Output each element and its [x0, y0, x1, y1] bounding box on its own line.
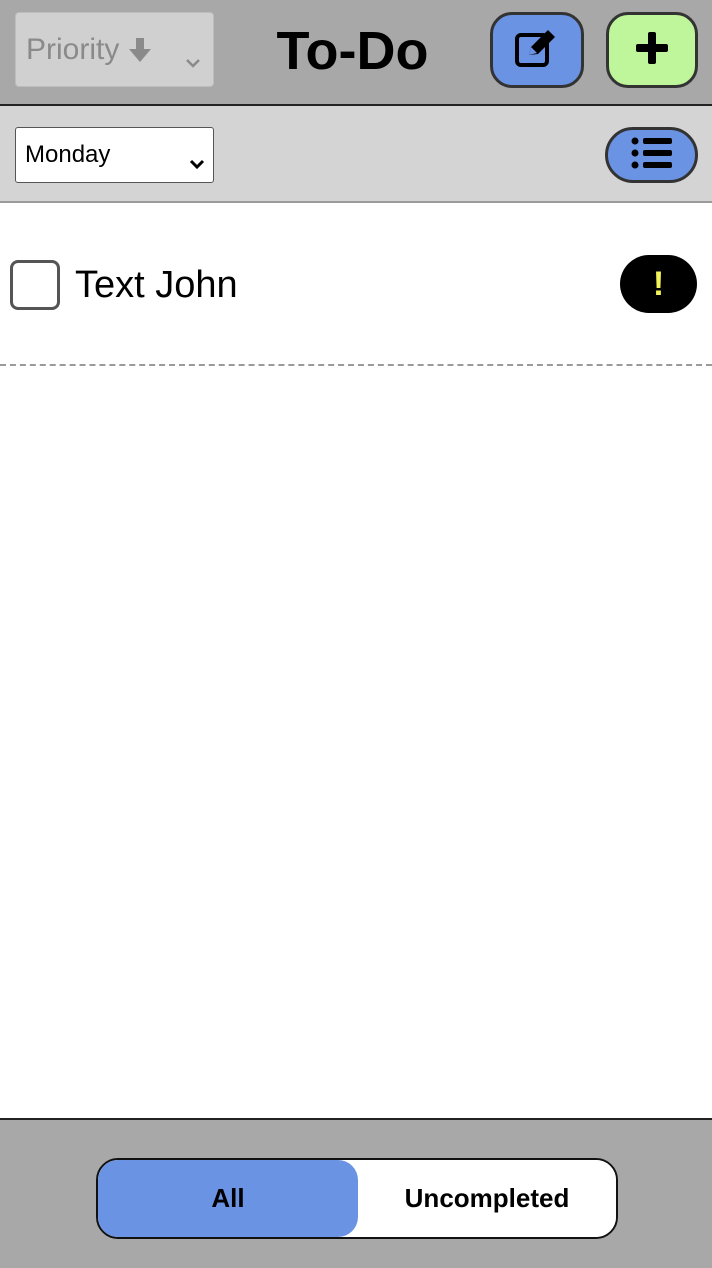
priority-badge[interactable]: !	[620, 255, 697, 313]
app-footer: All Uncompleted	[0, 1118, 712, 1268]
chevron-down-icon	[189, 149, 205, 170]
task-row: Text John !	[0, 205, 712, 366]
add-task-button[interactable]	[606, 12, 698, 88]
edit-icon	[514, 27, 560, 74]
plus-icon	[634, 30, 670, 71]
list-view-button[interactable]	[605, 127, 698, 183]
chevron-down-icon	[185, 43, 201, 68]
task-checkbox[interactable]	[10, 260, 60, 310]
arrow-down-icon	[129, 37, 152, 63]
list-icon	[631, 137, 673, 174]
filter-all-button[interactable]: All	[98, 1160, 358, 1237]
task-label[interactable]: Text John	[75, 261, 238, 309]
filter-toggle: All Uncompleted	[96, 1158, 618, 1239]
task-list: Text John !	[0, 205, 712, 366]
page-title: To-Do	[276, 21, 429, 81]
sort-select[interactable]: Priority	[15, 12, 214, 87]
toolbar: Monday	[0, 106, 712, 203]
filter-uncompleted-button[interactable]: Uncompleted	[358, 1160, 616, 1237]
app-header: Priority To-Do	[0, 0, 712, 106]
day-select-value: Monday	[25, 141, 111, 168]
day-select[interactable]: Monday	[15, 127, 214, 183]
sort-select-value: Priority	[26, 32, 120, 66]
edit-button[interactable]	[490, 12, 584, 88]
